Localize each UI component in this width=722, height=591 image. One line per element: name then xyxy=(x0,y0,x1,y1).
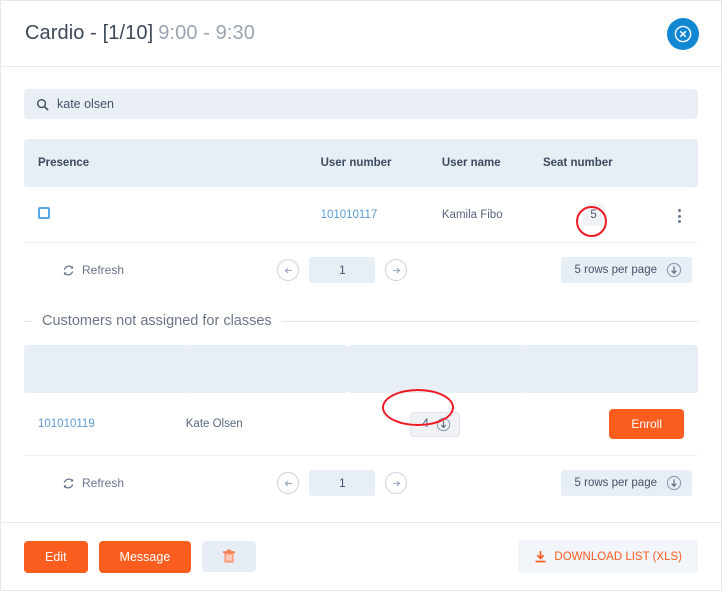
table-row: 101010117 Kamila Fibo 5 xyxy=(24,187,698,243)
cell-seat-select: 4 xyxy=(348,393,523,456)
cell-seat-number: 5 xyxy=(543,187,644,243)
assigned-table-pagination: Refresh 1 5 rows per pag xyxy=(24,243,698,295)
rows-per-page-select-assigned[interactable]: 5 rows per page xyxy=(561,257,692,283)
download-icon xyxy=(534,550,547,563)
next-page-button-assigned[interactable] xyxy=(385,259,407,281)
close-icon xyxy=(673,24,693,44)
column-header-presence: Presence xyxy=(24,139,321,187)
section-legend: Customers not assigned for classes xyxy=(42,313,272,329)
assigned-customers-table: Presence User number User name Seat numb… xyxy=(24,139,698,243)
page-title-time: 9:00 - 9:30 xyxy=(158,22,255,44)
class-details-modal: Cardio - [1/10]9:00 - 9:30 xyxy=(0,0,722,591)
column-header-user-number-2 xyxy=(24,345,186,393)
unassigned-table-body: 101010119 Kate Olsen 4 xyxy=(24,393,698,456)
cell-user-name: Kamila Fibo xyxy=(442,187,543,243)
unassigned-customers-table: 101010119 Kate Olsen 4 xyxy=(24,345,698,456)
enroll-button[interactable]: Enroll xyxy=(609,409,684,439)
modal-header: Cardio - [1/10]9:00 - 9:30 xyxy=(1,1,721,67)
delete-button[interactable] xyxy=(202,541,256,572)
arrow-down-icon xyxy=(666,262,682,278)
page-title-main: Cardio - [1/10] xyxy=(25,22,153,44)
refresh-icon xyxy=(62,477,75,490)
download-list-button[interactable]: DOWNLOAD LIST (XLS) xyxy=(518,540,698,573)
edit-button[interactable]: Edit xyxy=(24,541,88,573)
unassigned-table-head xyxy=(24,345,698,393)
page-number-input-assigned[interactable]: 1 xyxy=(309,257,375,283)
seat-number-select[interactable]: 4 xyxy=(410,412,459,437)
cell-row-actions xyxy=(644,187,698,243)
refresh-button-unassigned[interactable]: Refresh xyxy=(30,476,124,490)
arrow-left-icon xyxy=(283,265,294,276)
footer-actions-left: Edit Message xyxy=(24,541,256,573)
column-header-actions xyxy=(644,139,698,187)
section-separator: Customers not assigned for classes xyxy=(24,313,698,329)
arrow-right-icon xyxy=(391,265,402,276)
search-box[interactable] xyxy=(24,89,698,119)
column-header-seat-number: Seat number xyxy=(543,139,644,187)
cell-presence xyxy=(24,187,321,243)
column-header-user-name-2 xyxy=(186,345,348,393)
column-header-user-name: User name xyxy=(442,139,543,187)
pager-controls-assigned: 1 xyxy=(277,257,407,283)
page-number-input-unassigned[interactable]: 1 xyxy=(309,470,375,496)
modal-footer: Edit Message DOWNLOAD LIST (XLS) xyxy=(1,522,721,590)
download-list-label: DOWNLOAD LIST (XLS) xyxy=(554,551,682,563)
assigned-table-head: Presence User number User name Seat numb… xyxy=(24,139,698,187)
table-row: 101010119 Kate Olsen 4 xyxy=(24,393,698,456)
rows-per-page-label-unassigned: 5 rows per page xyxy=(575,477,657,489)
rows-per-page-label-assigned: 5 rows per page xyxy=(575,264,657,276)
seat-select-value: 4 xyxy=(422,418,428,430)
cell-user-number-2: 101010119 xyxy=(24,393,186,456)
presence-checkbox[interactable] xyxy=(38,207,50,219)
user-number-link-2[interactable]: 101010119 xyxy=(38,418,95,430)
column-header-action xyxy=(523,345,698,393)
close-button[interactable] xyxy=(667,18,699,50)
page-title: Cardio - [1/10]9:00 - 9:30 xyxy=(25,22,255,45)
column-header-seat-select xyxy=(348,345,523,393)
arrow-down-icon xyxy=(436,417,451,432)
divider-right xyxy=(282,321,698,322)
search-input[interactable] xyxy=(57,97,686,111)
modal-body: Presence User number User name Seat numb… xyxy=(1,67,721,522)
prev-page-button-unassigned[interactable] xyxy=(277,472,299,494)
arrow-left-icon xyxy=(283,478,294,489)
arrow-down-icon xyxy=(666,475,682,491)
user-number-link[interactable]: 101010117 xyxy=(321,209,378,221)
pager-controls-unassigned: 1 xyxy=(277,470,407,496)
cell-user-number: 101010117 xyxy=(321,187,442,243)
cell-enroll-action: Enroll xyxy=(523,393,698,456)
refresh-icon xyxy=(62,264,75,277)
refresh-label-assigned: Refresh xyxy=(82,263,124,277)
search-icon xyxy=(36,98,49,111)
table-header-row: Presence User number User name Seat numb… xyxy=(24,139,698,187)
refresh-label-unassigned: Refresh xyxy=(82,476,124,490)
column-header-user-number: User number xyxy=(321,139,442,187)
prev-page-button-assigned[interactable] xyxy=(277,259,299,281)
cell-user-name-2: Kate Olsen xyxy=(186,393,348,456)
trash-icon xyxy=(222,549,236,564)
seat-number-badge[interactable]: 5 xyxy=(583,204,605,226)
divider-left xyxy=(24,321,32,322)
refresh-button-assigned[interactable]: Refresh xyxy=(30,263,124,277)
assigned-table-body: 101010117 Kamila Fibo 5 xyxy=(24,187,698,243)
next-page-button-unassigned[interactable] xyxy=(385,472,407,494)
rows-per-page-select-unassigned[interactable]: 5 rows per page xyxy=(561,470,692,496)
arrow-right-icon xyxy=(391,478,402,489)
table-header-row xyxy=(24,345,698,393)
unassigned-table-pagination: Refresh 1 5 rows per pag xyxy=(24,456,698,508)
kebab-menu-icon[interactable] xyxy=(675,206,684,226)
message-button[interactable]: Message xyxy=(99,541,192,573)
